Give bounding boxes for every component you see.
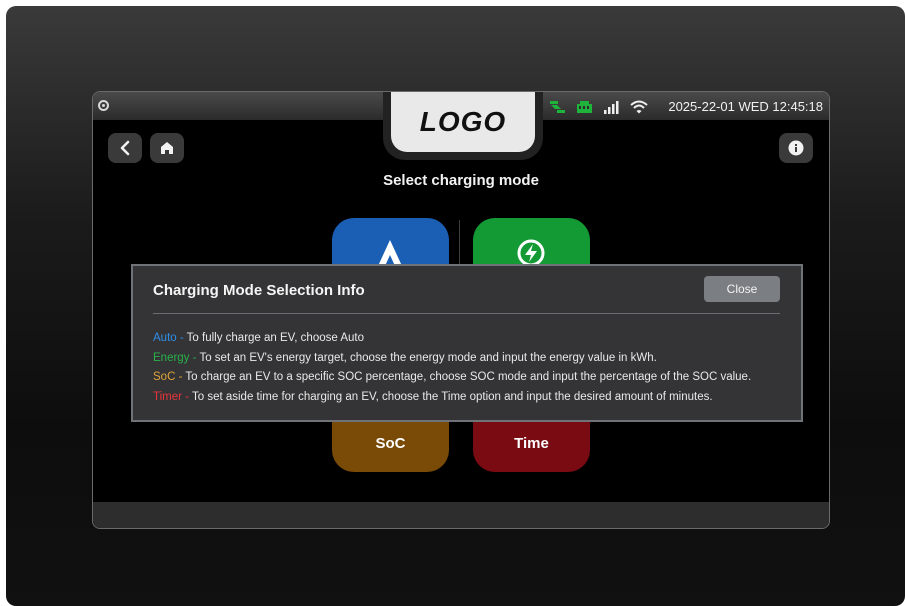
mode-time-label: Time <box>514 435 549 452</box>
status-icons <box>549 98 648 116</box>
modal-body: Auto - To fully charge an EV, choose Aut… <box>153 329 791 407</box>
logo-tab: LOGO <box>383 92 543 160</box>
info-key-auto: Auto - <box>153 332 184 344</box>
info-line-soc: SoC - To charge an EV to a specific SOC … <box>153 368 791 388</box>
info-text-auto: To fully charge an EV, choose Auto <box>183 332 364 344</box>
info-line-auto: Auto - To fully charge an EV, choose Aut… <box>153 329 791 349</box>
modal-title: Charging Mode Selection Info <box>153 282 365 299</box>
info-text-soc: To charge an EV to a specific SOC percen… <box>182 371 752 383</box>
home-icon <box>161 142 173 154</box>
home-button[interactable] <box>150 133 184 163</box>
page-title: Select charging mode <box>383 172 539 189</box>
signal-icon <box>604 101 619 114</box>
close-button[interactable]: Close <box>704 276 780 302</box>
info-icon <box>788 140 804 156</box>
camera-icon <box>98 100 109 111</box>
info-button[interactable] <box>779 133 813 163</box>
device-frame: 2025-22-01 WED 12:45:18 LOGO Select char… <box>6 6 905 606</box>
logo-text: LOGO <box>419 106 507 137</box>
info-key-timer: Timer - <box>153 390 189 403</box>
charger-status-icon <box>550 101 565 113</box>
info-modal: Charging Mode Selection Info Close Auto … <box>131 264 803 422</box>
info-text-energy: To set an EV's energy target, choose the… <box>196 351 657 364</box>
back-button[interactable] <box>108 133 142 163</box>
info-text-timer: To set aside time for charging an EV, ch… <box>188 390 713 403</box>
info-key-soc: SoC - <box>153 371 183 383</box>
wifi-icon <box>630 100 648 114</box>
bottom-bar <box>93 502 829 528</box>
modal-divider <box>153 313 780 314</box>
info-key-energy: Energy - <box>153 351 197 364</box>
info-line-energy: Energy - To set an EV's energy target, c… <box>153 349 791 369</box>
network-icon <box>577 101 592 113</box>
datetime: 2025-22-01 WED 12:45:18 <box>668 99 823 114</box>
info-line-timer: Timer - To set aside time for charging a… <box>153 388 791 408</box>
mode-soc-label: SoC <box>375 435 406 452</box>
chevron-left-icon <box>120 140 130 156</box>
logo: LOGO <box>391 92 535 152</box>
